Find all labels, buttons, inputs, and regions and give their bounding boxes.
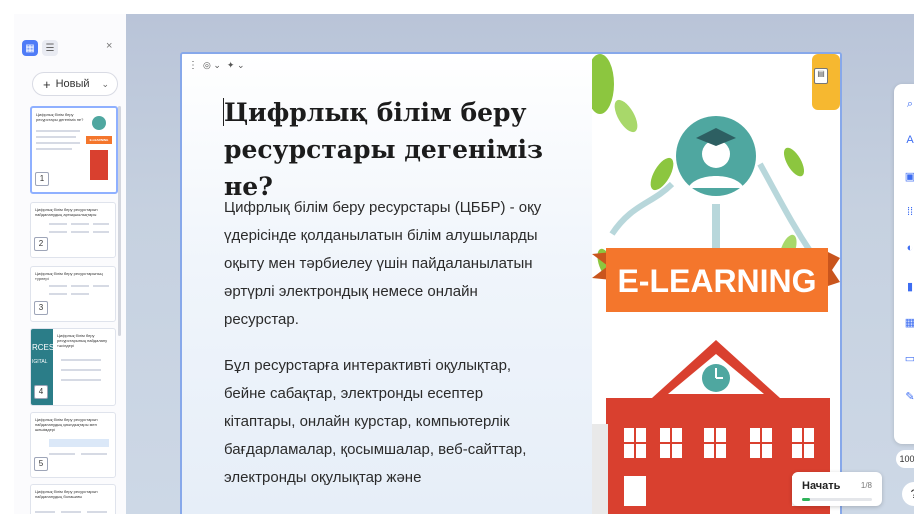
slide-text-panel: ⋮ ◎ ⌄ ✦ ⌄ Цифрлық білім беру ресурстары … [182,54,592,514]
slide-paragraph-2[interactable]: Бұл ресурстарға интерактивті оқулықтар, … [224,352,554,492]
close-icon[interactable]: × [106,40,112,52]
slide-thumbnail-2[interactable]: Цифрлық білім беру ресурстарын пайдалану… [30,202,116,258]
text-icon[interactable]: A [894,134,914,146]
slide-thumbnail-5[interactable]: Цифрлық білім беру ресурстарын пайдалану… [30,412,116,478]
edit-slide-icon[interactable]: ▤ [814,68,828,84]
new-slide-button[interactable]: + Новый ⌄ [32,72,118,96]
editor-canvas: ⋮ ◎ ⌄ ✦ ⌄ Цифрлық білім беру ресурстары … [126,14,914,514]
thumbnail-title: Цифрлық білім беру ресурстарын пайдалану… [35,489,98,499]
slide-illustration[interactable]: E-LEARNING [586,54,840,514]
style-picker-icon[interactable]: ◎ ⌄ [203,60,221,71]
thumbnail-title: Цифрлық білім беру ресурстарының түрлері [35,271,103,281]
leaf-shape [586,54,614,114]
thumbnail-title: Цифрлық білім беру ресурстары дегеніміз … [36,112,84,122]
zoom-level[interactable]: 100% [896,450,914,468]
chart-icon[interactable]: ▮ [894,280,914,293]
thumbnail-illustration: E-LEARNING [86,112,112,186]
slide-number: 2 [34,237,48,251]
e-learning-illustration: E-LEARNING [586,54,840,514]
list-view-icon[interactable]: ☰ [42,40,58,56]
slide-number: 3 [34,301,48,315]
slides-sidebar: ▦ ☰ × + Новый ⌄ Цифрлық білім беру ресур… [14,14,127,514]
start-presentation-widget[interactable]: Начать 1/8 [792,472,882,506]
slide-thumbnail-4[interactable]: RCES IGITAL Цифрлық білім беру ресурстар… [30,328,116,406]
thumbnail-side-text: RCES [32,343,55,352]
help-button[interactable]: ? [902,482,914,506]
leaf-shape [783,147,805,177]
insert-tools-rail: ⌕ A ▣ ⁞⁞ ◐ ▮ ▦ ▭ ✎ [894,84,914,444]
search-icon[interactable]: ⌕ [894,98,914,111]
ai-icon[interactable]: ◐ [894,242,914,254]
progress-count: 1/8 [860,481,872,490]
template-icon[interactable]: ▭ [894,352,914,365]
view-switcher: ▦ ☰ [22,40,58,56]
progress-track [802,498,872,501]
slide-number: 4 [34,385,48,399]
drag-handle-icon[interactable]: ⋮ [188,60,198,71]
slide-paragraph-1[interactable]: Цифрлық білім беру ресурстары (ЦББР) - о… [224,194,554,334]
slide-thumbnail-3[interactable]: Цифрлық білім беру ресурстарының түрлері… [30,266,116,322]
new-slide-label: Новый [55,78,90,90]
progress-fill [802,498,811,501]
slide-thumbnail-1[interactable]: Цифрлық білім беру ресурстары дегеніміз … [30,106,118,194]
slide-card[interactable]: ⋮ ◎ ⌄ ✦ ⌄ Цифрлық білім беру ресурстары … [180,52,842,514]
leaf-shape [614,99,638,133]
edit-icon[interactable]: ✎ [894,390,914,403]
table-icon[interactable]: ▦ [894,316,914,329]
slide-thumbnail-6[interactable]: Цифрлық білім беру ресурстарын пайдалану… [30,484,116,514]
app-window: ▦ ☰ × + Новый ⌄ Цифрлық білім беру ресур… [14,14,914,514]
leaf-shape [650,157,674,191]
ai-sparkle-icon[interactable]: ✦ ⌄ [227,60,245,71]
banner-text: E-LEARNING [617,263,816,299]
start-label: Начать [802,480,841,492]
grid-view-icon[interactable]: ▦ [22,40,38,56]
slide-number: 1 [35,172,49,186]
thumbnail-banner: E-LEARNING [86,136,112,144]
thumbnail-title: Цифрлық білім беру ресурстарын пайдалану… [35,207,98,217]
image-icon[interactable]: ▣ [894,170,914,183]
plus-icon: + [43,76,51,92]
thumbnail-title: Цифрлық білім беру ресурстарының пайдала… [57,333,108,348]
shapes-icon[interactable]: ⁞⁞ [894,206,914,218]
sidebar-scrollbar[interactable] [118,106,121,336]
slide-title[interactable]: Цифрлық білім беру ресурстары дегеніміз … [224,94,554,205]
slide-number: 5 [34,457,48,471]
chevron-down-icon[interactable]: ⌄ [101,79,109,90]
thumbnail-side-text-2: IGITAL [32,359,48,365]
block-toolbar: ⋮ ◎ ⌄ ✦ ⌄ [188,60,245,71]
thumbnail-title: Цифрлық білім беру ресурстарын пайдалану… [35,417,98,432]
